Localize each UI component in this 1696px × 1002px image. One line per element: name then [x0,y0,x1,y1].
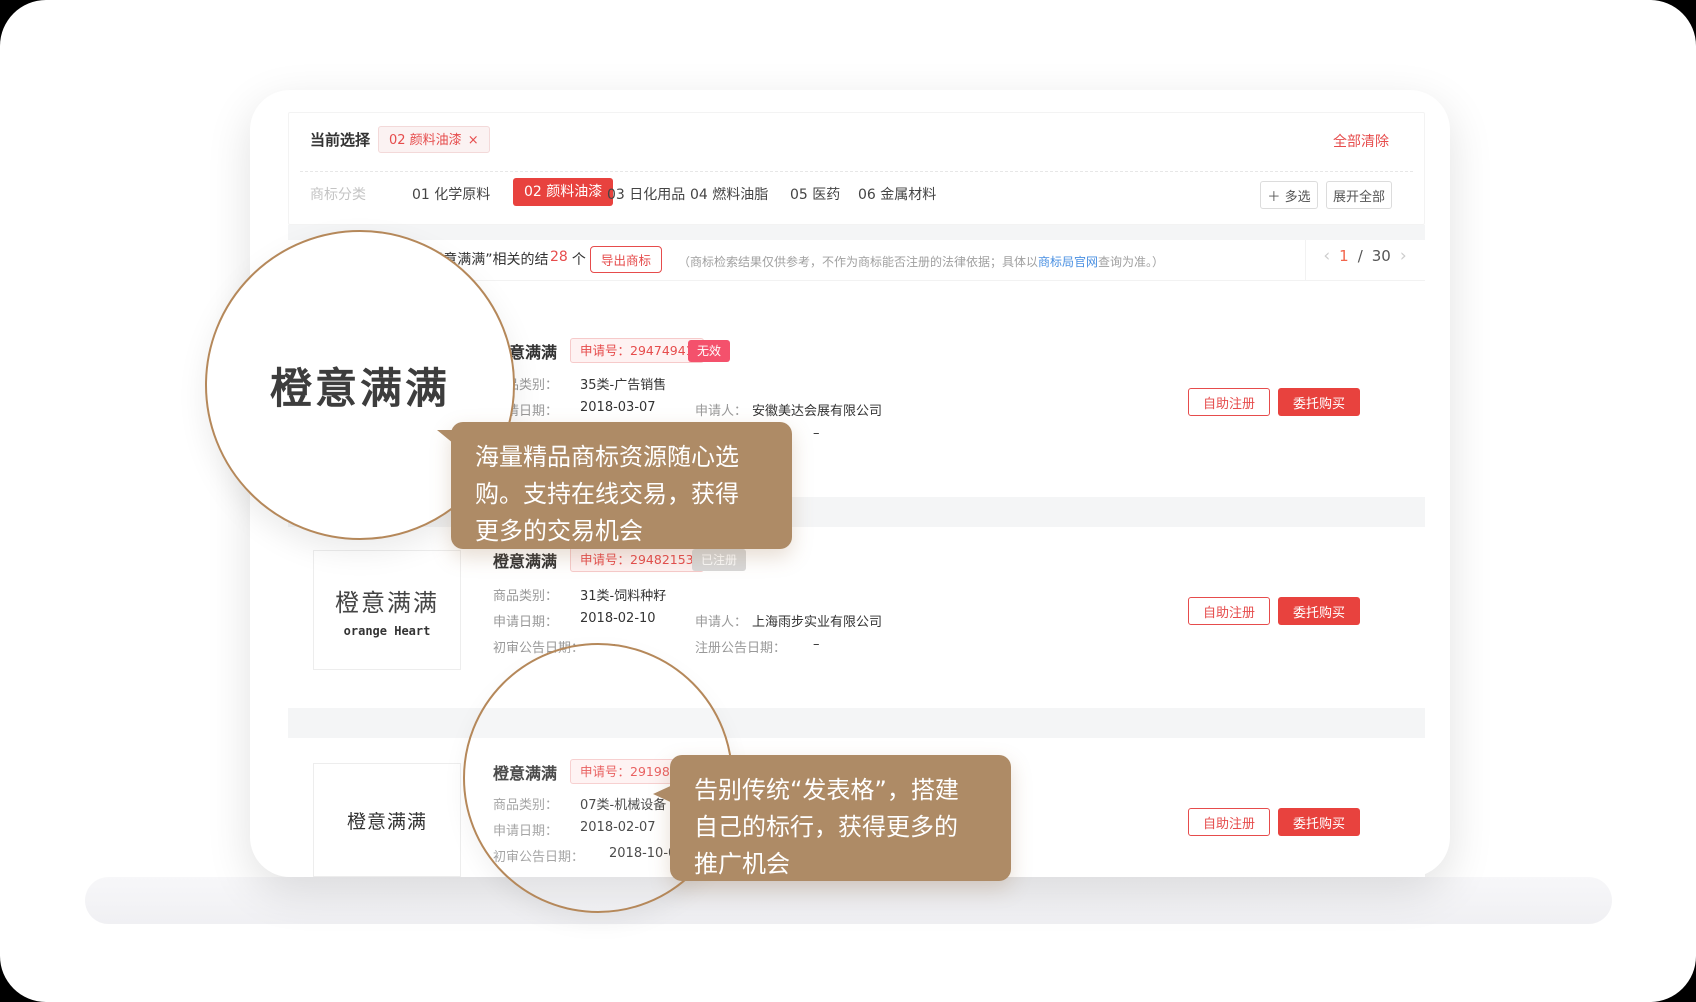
tooltip-text: 更多的交易机会 [475,513,792,550]
results-count-unit: 个 [572,249,586,269]
page-separator: / [1358,247,1363,265]
results-count: 28 [550,249,568,269]
applicant-value: 上海雨步实业有限公司 [752,611,882,630]
entrust-buy-button[interactable]: 委托购买 [1278,388,1360,416]
clear-all-button[interactable]: 全部清除 [1333,131,1389,151]
application-number-label: 申请号： [580,552,630,567]
results-disclaimer: （商标检索结果仅供参考，不作为商标能否注册的法律依据；具体以商标局官网查询为准。… [678,253,1164,270]
registration-publication-value: – [813,637,820,652]
trademark-name[interactable]: 橙意满满 [493,548,557,572]
tooltip-text: 自己的标行，获得更多的 [694,809,1011,846]
page: 当前选择 02 颜料油漆 × 全部清除 商标分类 01 化学原料 02 颜料油漆 … [0,0,1696,1002]
tooltip-arrow-icon [437,430,459,448]
applicant-label: 申请人： [695,611,747,630]
category-field-label: 商品类别： [493,585,558,604]
tooltip-arrow-icon [653,783,677,805]
application-number-value: 29482153 [630,552,694,567]
magnified-trademark-text: 橙意满满 [270,355,450,416]
laptop-base [85,877,1612,924]
disclaimer-text-end: 查询为准。） [1098,255,1164,269]
self-register-button[interactable]: 自助注册 [1188,388,1270,416]
close-icon[interactable]: × [468,133,479,148]
trademark-image-en-text: orange Heart [344,624,431,638]
export-trademarks-button[interactable]: 导出商标 [590,246,662,273]
current-page: 1 [1339,247,1349,265]
tooltip-text: 推广机会 [694,846,1011,883]
category-item-04[interactable]: 04 燃料油脂 [690,184,768,204]
applicant-label: 申请人： [695,400,747,419]
trademark-image-cn-text: 橙意满满 [335,583,439,618]
tooltip-text: 告别传统“发表格”，搭建 [694,772,1011,809]
tooltip-text: 海量精品商标资源随心选 [475,439,792,476]
apply-date-label: 申请日期： [493,611,558,630]
self-register-button[interactable]: 自助注册 [1188,808,1270,836]
chevron-right-icon[interactable]: › [1400,248,1407,265]
tooltip-promotion: 告别传统“发表格”，搭建 自己的标行，获得更多的 推广机会 [670,755,1011,881]
category-item-05[interactable]: 05 医药 [790,184,840,204]
category-field-value: 31类-饲料种籽 [580,585,666,604]
entrust-buy-button[interactable]: 委托购买 [1278,597,1360,625]
category-item-01[interactable]: 01 化学原料 [412,184,490,204]
status-badge: 已注册 [692,549,746,571]
trademark-image: 橙意满满 [313,763,461,877]
registration-publication-label: 注册公告日期： [695,637,786,656]
registration-publication-value: – [813,426,820,441]
multi-select-button[interactable]: ＋ 多选 [1260,181,1318,209]
apply-date-value: 2018-03-07 [580,400,656,415]
dashed-divider [300,171,1413,172]
plus-icon: ＋ [1267,186,1280,205]
applicant-value: 安徽美达会展有限公司 [752,400,882,419]
trademark-image: 橙意满满 orange Heart [313,550,461,670]
category-item-03[interactable]: 03 日化用品 [607,184,685,204]
application-number-label: 申请号： [580,343,630,358]
tooltip-text: 购。支持在线交易，获得 [475,476,792,513]
entrust-buy-button[interactable]: 委托购买 [1278,808,1360,836]
disclaimer-text: （商标检索结果仅供参考，不作为商标能否注册的法律依据；具体以 [678,255,1038,269]
trademark-image-cn-text: 橙意满满 [347,807,427,834]
self-register-button[interactable]: 自助注册 [1188,597,1270,625]
category-item-06[interactable]: 06 金属材料 [858,184,936,204]
status-badge: 无效 [688,340,730,362]
trademark-office-link[interactable]: 商标局官网 [1038,255,1098,269]
category-item-02-selected[interactable]: 02 颜料油漆 [513,178,613,206]
tooltip-marketplace: 海量精品商标资源随心选 购。支持在线交易，获得 更多的交易机会 [451,422,792,549]
pagination: ‹ 1 / 30 › [1306,247,1424,265]
category-row-label: 商标分类 [310,184,366,204]
current-selection-label: 当前选择 [310,129,370,150]
apply-date-value: 2018-02-10 [580,611,656,626]
application-number-tag: 申请号：29474941 [570,338,704,363]
selected-filter-tag-label: 02 颜料油漆 [389,133,462,148]
application-number-tag: 申请号：29482153 [570,547,704,572]
multi-select-label: 多选 [1285,186,1311,205]
result-row-2: 橙意满满 orange Heart 橙意满满 申请号：29482153 已注册 … [288,527,1425,708]
chevron-left-icon[interactable]: ‹ [1323,248,1330,265]
total-pages: 30 [1372,247,1391,265]
application-number-value: 29474941 [630,343,694,358]
selected-filter-tag[interactable]: 02 颜料油漆 × [378,126,490,153]
category-field-value: 35类-广告销售 [580,374,666,393]
expand-all-button[interactable]: 展开全部 [1326,181,1392,209]
